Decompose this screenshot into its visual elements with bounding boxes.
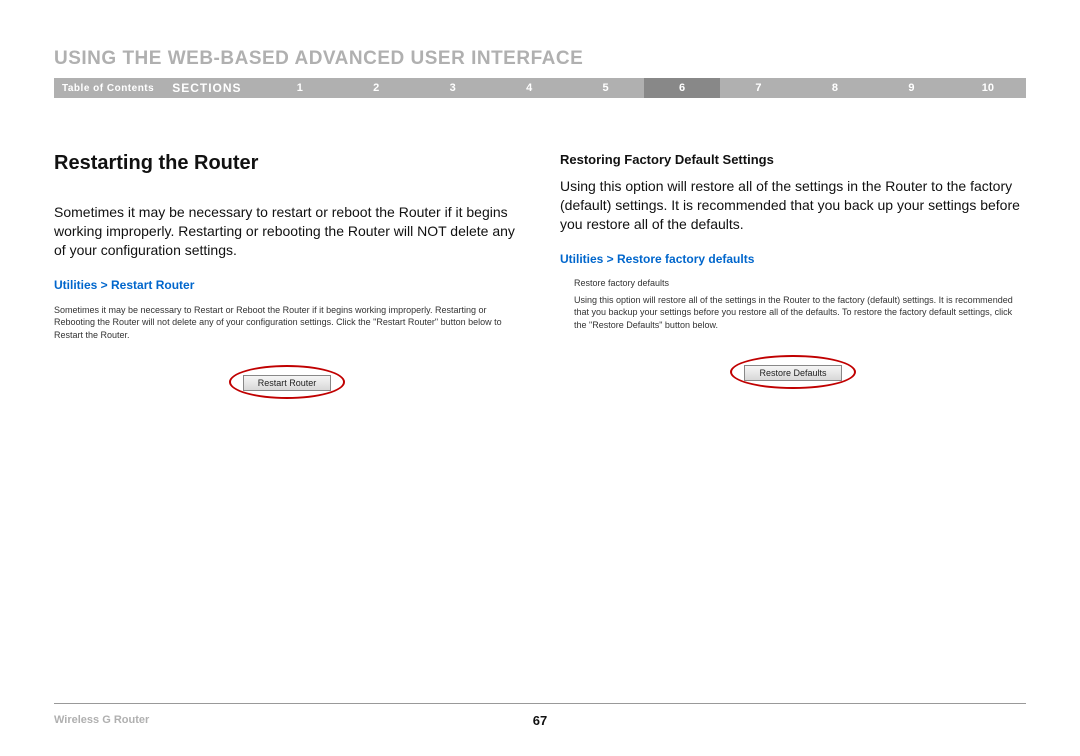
nav-section-4[interactable]: 4: [491, 82, 567, 94]
restart-small-text: Sometimes it may be necessary to Restart…: [54, 304, 520, 342]
restart-router-button[interactable]: Restart Router: [243, 375, 332, 391]
restart-body-text: Sometimes it may be necessary to restart…: [54, 203, 520, 260]
subheading-restore: Restoring Factory Default Settings: [560, 152, 1026, 167]
restore-defaults-button[interactable]: Restore Defaults: [744, 365, 841, 381]
right-column: Restoring Factory Default Settings Using…: [560, 152, 1026, 399]
page-footer: Wireless G Router 67: [54, 703, 1026, 726]
section-heading-restart: Restarting the Router: [54, 152, 520, 175]
nav-section-9[interactable]: 9: [873, 82, 949, 94]
nav-section-6[interactable]: 6: [644, 78, 720, 98]
nav-sections-label: SECTIONS: [172, 81, 261, 95]
nav-section-5[interactable]: 5: [567, 82, 643, 94]
nav-section-7[interactable]: 7: [720, 82, 796, 94]
nav-toc-link[interactable]: Table of Contents: [54, 83, 172, 94]
nav-section-10[interactable]: 10: [950, 82, 1026, 94]
nav-section-2[interactable]: 2: [338, 82, 414, 94]
restore-button-highlight: Restore Defaults: [730, 355, 855, 389]
footer-product-name: Wireless G Router: [54, 714, 149, 726]
nav-section-1[interactable]: 1: [262, 82, 338, 94]
nav-section-3[interactable]: 3: [414, 82, 490, 94]
page-chapter-title: USING THE WEB-BASED ADVANCED USER INTERF…: [54, 48, 1026, 70]
restore-small-heading: Restore factory defaults: [560, 278, 1026, 288]
utilities-restore-link[interactable]: Utilities > Restore factory defaults: [560, 252, 1026, 266]
restore-small-text: Using this option will restore all of th…: [560, 294, 1026, 332]
restart-button-highlight: Restart Router: [229, 365, 346, 399]
utilities-restart-link[interactable]: Utilities > Restart Router: [54, 278, 520, 292]
left-column: Restarting the Router Sometimes it may b…: [54, 152, 520, 399]
restore-body-text: Using this option will restore all of th…: [560, 177, 1026, 234]
footer-page-number: 67: [533, 713, 547, 728]
nav-section-8[interactable]: 8: [797, 82, 873, 94]
section-nav-bar: Table of Contents SECTIONS 1 2 3 4 5 6 7…: [54, 78, 1026, 98]
